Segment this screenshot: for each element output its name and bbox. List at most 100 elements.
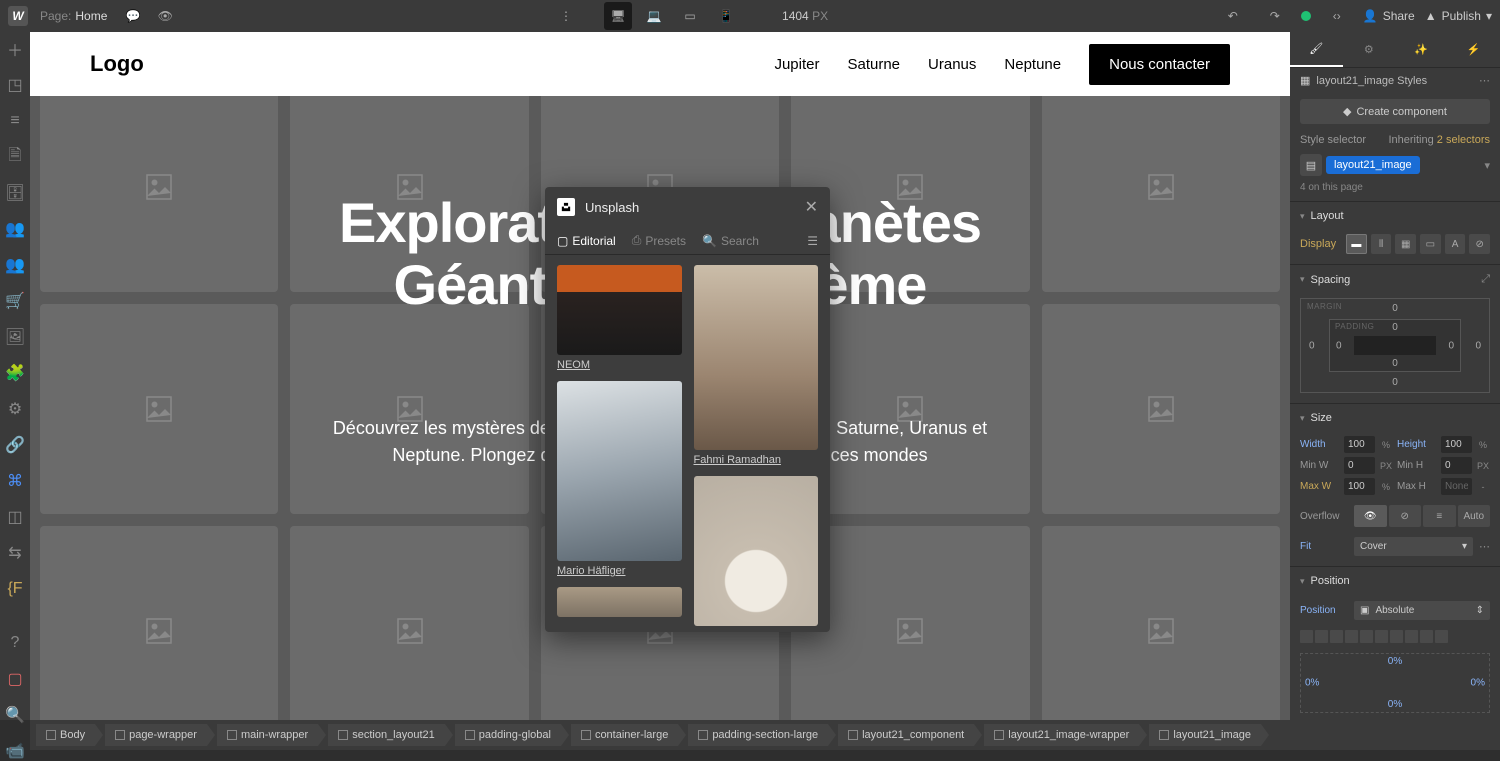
list-icon[interactable]: ≡ [6, 112, 24, 130]
photo-card[interactable]: Fahmi Ramadhan [694, 265, 819, 466]
more-icon[interactable]: ⋯ [1479, 540, 1490, 553]
tab-editorial[interactable]: ▢Editorial [557, 234, 616, 248]
anchor-preset[interactable] [1405, 630, 1418, 643]
anchor-preset[interactable] [1330, 630, 1343, 643]
display-flex-icon[interactable]: ⫴ [1371, 234, 1392, 254]
section-layout[interactable]: ▾Layout [1290, 201, 1500, 230]
preview-icon[interactable]: 👁 [151, 2, 179, 30]
crumb[interactable]: section_layout21 [328, 724, 445, 746]
device-mobile-icon[interactable]: 📱 [712, 2, 740, 30]
search-icon[interactable]: 🔍 [6, 706, 24, 724]
photo-author[interactable]: NEOM [557, 359, 682, 371]
photo-author[interactable]: Mario Häfliger [557, 565, 682, 577]
cms-icon[interactable]: 🗄 [6, 184, 24, 202]
redo-icon[interactable]: ↷ [1261, 2, 1289, 30]
overflow-scroll-icon[interactable]: ≡ [1423, 505, 1456, 527]
expand-icon[interactable]: ⤢ [1481, 273, 1490, 286]
cta-button[interactable]: Nous contacter [1089, 44, 1230, 85]
crumb[interactable]: container-large [571, 724, 678, 746]
section-spacing[interactable]: ▾Spacing⤢ [1290, 264, 1500, 294]
crumb[interactable]: layout21_component [838, 724, 974, 746]
flows-icon[interactable]: ⇆ [6, 544, 24, 562]
typography-icon[interactable]: {F [6, 580, 24, 598]
code-icon[interactable]: ‹› [1323, 2, 1351, 30]
tab-settings-icon[interactable]: ⚙ [1343, 32, 1396, 67]
tab-effects-icon[interactable]: ⚡ [1448, 32, 1500, 67]
modal-body[interactable]: NEOM Mario Häfliger Fahmi R [545, 255, 830, 632]
display-block-icon[interactable]: ▬ [1346, 234, 1367, 254]
nav-link[interactable]: Saturne [847, 56, 900, 73]
nav-link[interactable]: Jupiter [774, 56, 819, 73]
photo-card[interactable]: NEOM [557, 265, 682, 371]
display-inlineblock-icon[interactable]: ▭ [1420, 234, 1441, 254]
section-size[interactable]: ▾Size [1290, 403, 1500, 432]
display-grid-icon[interactable]: ▦ [1395, 234, 1416, 254]
maxh-input[interactable] [1441, 478, 1472, 495]
users-icon[interactable]: 👥 [6, 220, 24, 238]
navigator-icon[interactable]: ◳ [6, 76, 24, 94]
anchor-preset[interactable] [1300, 630, 1313, 643]
audit-icon[interactable]: ▢ [6, 670, 24, 688]
device-tablet-icon[interactable]: ▭ [676, 2, 704, 30]
components-icon[interactable]: ◫ [6, 508, 24, 526]
tab-style-icon[interactable]: 🖌 [1290, 32, 1343, 67]
nav-link[interactable]: Uranus [928, 56, 976, 73]
undo-icon[interactable]: ↶ [1219, 2, 1247, 30]
maxw-input[interactable] [1344, 478, 1375, 495]
crumb[interactable]: padding-global [455, 724, 561, 746]
minw-input[interactable] [1344, 457, 1375, 474]
device-laptop-icon[interactable]: 💻 [640, 2, 668, 30]
canvas[interactable]: Logo Jupiter Saturne Uranus Neptune Nous… [30, 32, 1290, 720]
nav-link[interactable]: Neptune [1004, 56, 1061, 73]
minh-input[interactable] [1441, 457, 1472, 474]
viewport-size[interactable]: 1404 PX [782, 9, 828, 23]
page-name[interactable]: Home [75, 9, 107, 23]
chevron-down-icon[interactable]: ▾ [1484, 159, 1490, 172]
photo-card[interactable]: Mario Häfliger [557, 381, 682, 577]
anchor-preset[interactable] [1390, 630, 1403, 643]
search-input[interactable]: 🔍Search [702, 234, 759, 248]
crumb[interactable]: padding-section-large [688, 724, 828, 746]
modal-header[interactable]: Unsplash ✕ [545, 187, 830, 227]
position-select[interactable]: ▣Absolute⇕ [1354, 601, 1490, 620]
anchor-preset[interactable] [1420, 630, 1433, 643]
spacing-box[interactable]: MARGIN 0 0 0 0 PADDING 0 0 0 0 [1300, 298, 1490, 393]
add-element-icon[interactable]: ＋ [6, 40, 24, 58]
crumb[interactable]: layout21_image-wrapper [984, 724, 1139, 746]
crumb[interactable]: layout21_image [1149, 724, 1261, 746]
photo-card[interactable] [557, 587, 682, 617]
device-desktop-icon[interactable]: 🖥 [604, 2, 632, 30]
inheriting-label[interactable]: Inheriting 2 selectors [1388, 134, 1490, 146]
width-input[interactable] [1344, 436, 1375, 453]
overflow-auto-button[interactable]: Auto [1458, 505, 1491, 527]
help-icon[interactable]: ? [6, 634, 24, 652]
anchor-preset[interactable] [1375, 630, 1388, 643]
anchor-preset[interactable] [1435, 630, 1448, 643]
crumb[interactable]: main-wrapper [217, 724, 318, 746]
crumb[interactable]: page-wrapper [105, 724, 207, 746]
anchor-preset[interactable] [1315, 630, 1328, 643]
ecommerce-icon[interactable]: 🛒 [6, 292, 24, 310]
apps-icon[interactable]: 🧩 [6, 364, 24, 382]
selector-state-icon[interactable]: ▤ [1300, 154, 1322, 176]
display-inline-icon[interactable]: A [1445, 234, 1466, 254]
overflow-visible-icon[interactable]: 👁 [1354, 505, 1387, 527]
display-none-icon[interactable]: ⊘ [1469, 234, 1490, 254]
assets-icon[interactable]: 🖼 [6, 328, 24, 346]
tab-presets[interactable]: ⎙Presets [632, 233, 686, 248]
settings-icon[interactable]: ⚙ [6, 400, 24, 418]
create-component-button[interactable]: ◆ Create component [1300, 99, 1490, 124]
offset-box[interactable]: 0% 0% 0% 0% [1300, 653, 1490, 713]
variables-icon[interactable]: 🔗 [6, 436, 24, 454]
comment-icon[interactable]: 💬 [119, 2, 147, 30]
menu-dots-icon[interactable]: ⋮ [552, 2, 580, 30]
menu-icon[interactable]: ☰ [807, 234, 818, 248]
fit-select[interactable]: Cover▾ [1354, 537, 1473, 556]
crumb[interactable]: Body [36, 724, 95, 746]
anchor-preset[interactable] [1345, 630, 1358, 643]
overflow-hidden-icon[interactable]: ⊘ [1389, 505, 1422, 527]
section-position[interactable]: ▾Position [1290, 566, 1500, 595]
more-icon[interactable]: ⋯ [1479, 74, 1490, 87]
team-icon[interactable]: 👥 [6, 256, 24, 274]
class-chip[interactable]: layout21_image [1326, 156, 1420, 174]
